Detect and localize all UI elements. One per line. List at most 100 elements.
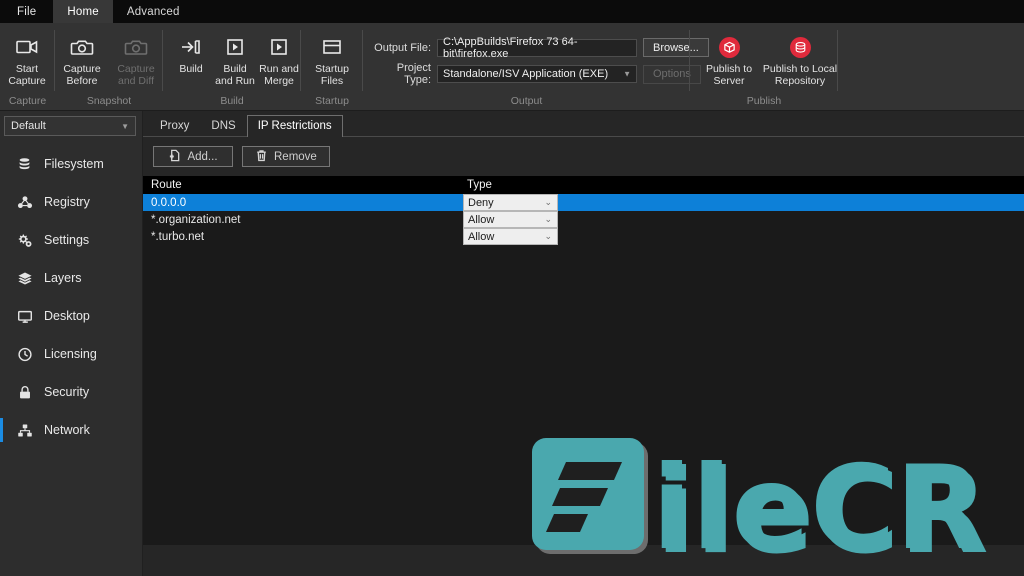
type-value: Allow	[468, 213, 495, 226]
sidebar-item-layers[interactable]: Layers	[0, 259, 142, 297]
cell-type: Deny ⌄	[463, 194, 558, 211]
ribbon-group-snapshot: Capture Before Capture and Diff Snapshot	[55, 23, 163, 111]
publish-repository-icon	[789, 33, 811, 61]
start-capture-button[interactable]: Start Capture	[0, 30, 54, 87]
chevron-down-icon: ▼	[623, 69, 631, 79]
database-icon	[16, 157, 33, 172]
publish-to-local-repository-button[interactable]: Publish to Local Repository	[762, 30, 838, 87]
window-pane-icon	[321, 33, 343, 61]
sidebar-item-label: Network	[44, 423, 90, 437]
trash-icon	[255, 149, 268, 165]
sidebar-item-label: Layers	[44, 271, 82, 285]
sidebar-item-label: Licensing	[44, 347, 97, 361]
cell-route: *.turbo.net	[151, 230, 205, 243]
table-row[interactable]: *.turbo.net Allow ⌄	[143, 228, 1024, 245]
sidebar-item-licensing[interactable]: Licensing	[0, 335, 142, 373]
type-select[interactable]: Allow ⌄	[463, 228, 558, 245]
ribbon-group-capture: Start Capture Capture	[0, 23, 55, 111]
cell-type: Allow ⌄	[463, 228, 558, 245]
monitor-icon	[16, 309, 33, 324]
capture-before-button[interactable]: Capture Before	[55, 30, 109, 87]
ribbon-group-title-startup: Startup	[315, 95, 349, 107]
column-header-type: Type	[467, 179, 492, 191]
capture-and-diff-label: Capture and Diff	[117, 63, 155, 87]
video-camera-icon	[15, 33, 39, 61]
add-file-icon	[168, 149, 181, 165]
type-select[interactable]: Allow ⌄	[463, 211, 558, 228]
remove-button[interactable]: Remove	[242, 146, 330, 167]
capture-and-diff-button[interactable]: Capture and Diff	[109, 30, 163, 87]
tab-home[interactable]: Home	[53, 0, 113, 23]
chevron-down-icon: ▼	[121, 121, 129, 131]
ribbon-group-build: Build Build and Run Run and Merge Build	[163, 23, 301, 111]
startup-files-button[interactable]: Startup Files	[305, 30, 359, 87]
group-separator	[837, 30, 838, 91]
add-button[interactable]: Add...	[153, 146, 233, 167]
capture-before-label: Capture Before	[63, 63, 101, 87]
sidebar-item-security[interactable]: Security	[0, 373, 142, 411]
ribbon-group-title-publish: Publish	[746, 95, 782, 107]
table-empty-area	[143, 245, 1024, 545]
ribbon-group-publish: Publish to Server Publish to Local Repos…	[690, 23, 838, 111]
type-value: Allow	[468, 230, 495, 243]
table-row[interactable]: *.organization.net Allow ⌄	[143, 211, 1024, 228]
type-select[interactable]: Deny ⌄	[463, 194, 558, 211]
build-and-run-button[interactable]: Build and Run	[213, 30, 257, 87]
project-type-row: Project Type: Standalone/ISV Application…	[369, 62, 709, 86]
tab-advanced[interactable]: Advanced	[113, 0, 194, 23]
publish-to-local-repository-label: Publish to Local Repository	[762, 63, 838, 87]
ip-restrictions-table: Route Type 0.0.0.0 Deny ⌄ *.organization…	[143, 176, 1024, 545]
sidebar-item-label: Registry	[44, 195, 90, 209]
sidebar-item-network[interactable]: Network	[0, 411, 142, 449]
content-tab-strip: Proxy DNS IP Restrictions	[143, 111, 1024, 137]
publish-to-server-button[interactable]: Publish to Server	[696, 30, 762, 87]
build-and-run-label: Build and Run	[215, 63, 255, 87]
main-tab-strip: File Home Advanced	[0, 0, 194, 23]
output-file-input[interactable]: C:\AppBuilds\Firefox 73 64-bit\firefox.e…	[437, 36, 637, 60]
sidebar: Default ▼ Filesystem Registry Settings L…	[0, 111, 143, 576]
remove-button-label: Remove	[274, 150, 317, 163]
build-button[interactable]: Build	[169, 30, 213, 76]
output-file-label: Output File:	[374, 41, 431, 54]
gears-icon	[16, 233, 33, 248]
run-and-merge-button[interactable]: Run and Merge	[257, 30, 301, 87]
registry-icon	[16, 195, 33, 210]
ribbon-group-title-snapshot: Snapshot	[86, 95, 132, 107]
publish-server-icon	[718, 33, 740, 61]
table-header-row: Route Type	[143, 176, 1024, 194]
start-capture-label: Start Capture	[8, 63, 46, 87]
cell-route: *.organization.net	[151, 213, 241, 226]
column-header-route: Route	[151, 179, 182, 191]
network-icon	[16, 423, 33, 438]
sidebar-item-label: Security	[44, 385, 90, 399]
run-and-merge-label: Run and Merge	[259, 63, 299, 87]
tab-file[interactable]: File	[0, 0, 53, 23]
sidebar-item-registry[interactable]: Registry	[0, 183, 142, 221]
table-row[interactable]: 0.0.0.0 Deny ⌄	[143, 194, 1024, 211]
chevron-down-icon: ⌄	[544, 214, 552, 224]
sidebar-item-settings[interactable]: Settings	[0, 221, 142, 259]
startup-files-label: Startup Files	[315, 63, 349, 87]
cell-type: Allow ⌄	[463, 211, 558, 228]
project-type-value: Standalone/ISV Application (EXE)	[443, 68, 609, 80]
camera-icon	[70, 33, 94, 61]
ribbon-group-output: Output File: C:\AppBuilds\Firefox 73 64-…	[363, 23, 709, 111]
tab-ip-restrictions[interactable]: IP Restrictions	[246, 115, 343, 137]
profile-select[interactable]: Default ▼	[4, 116, 136, 136]
tab-dns[interactable]: DNS	[200, 115, 246, 137]
tab-proxy[interactable]: Proxy	[149, 115, 200, 137]
cell-route: 0.0.0.0	[151, 196, 187, 209]
layers-icon	[16, 271, 33, 286]
sidebar-item-label: Desktop	[44, 309, 90, 323]
sidebar-nav-list: Filesystem Registry Settings Layers Desk…	[0, 145, 142, 449]
clock-icon	[16, 347, 33, 362]
add-button-label: Add...	[187, 150, 218, 163]
sidebar-item-label: Filesystem	[44, 157, 104, 171]
ribbon-group-title-build: Build	[220, 95, 244, 107]
sidebar-item-desktop[interactable]: Desktop	[0, 297, 142, 335]
title-bar: File Home Advanced	[0, 0, 1024, 23]
sidebar-item-label: Settings	[44, 233, 90, 247]
sidebar-item-filesystem[interactable]: Filesystem	[0, 145, 142, 183]
ribbon-toolbar: Start Capture Capture Capture Before Cap…	[0, 23, 1024, 111]
project-type-select[interactable]: Standalone/ISV Application (EXE) ▼	[437, 65, 637, 83]
